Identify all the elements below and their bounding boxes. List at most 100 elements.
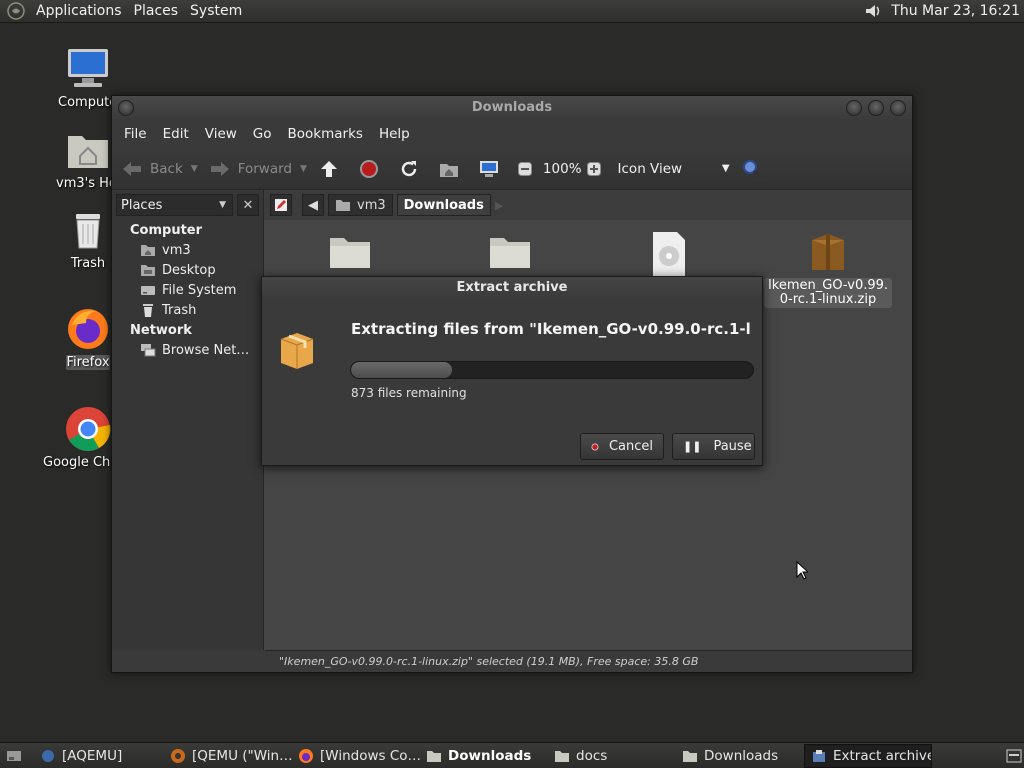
computer-button[interactable] [477, 157, 507, 181]
task-windows-firefox[interactable]: [Windows Co… [292, 744, 420, 768]
computer-icon [68, 49, 108, 87]
window-title: Downloads [471, 100, 553, 115]
file-item-selected[interactable]: Ikemen_GO-v0.99.0-rc.1-linux.zip [764, 230, 892, 308]
computer-icon [477, 157, 501, 181]
home-button[interactable] [437, 157, 467, 181]
workspace-icon [1006, 749, 1022, 762]
search-button[interactable] [740, 157, 770, 181]
progress-bar [350, 361, 754, 379]
mouse-cursor-icon [796, 561, 808, 580]
clock[interactable]: Thu Mar 23, 16:21 [891, 3, 1020, 19]
archive-manager-icon [813, 749, 825, 762]
file-item[interactable] [605, 230, 733, 278]
zoom-level[interactable]: 100% [543, 161, 582, 177]
breadcrumb-vm3[interactable]: vm3 [328, 194, 393, 216]
back-button[interactable]: Back ▼ [120, 157, 198, 181]
up-button[interactable] [317, 157, 347, 181]
places-selector-label: Places [121, 197, 163, 213]
breadcrumb-downloads[interactable]: Downloads [396, 194, 491, 216]
stop-button[interactable] [357, 157, 387, 181]
pause-icon: ❚❚ [683, 440, 702, 453]
cancel-label: Cancel [608, 439, 653, 454]
firefox-icon [68, 309, 108, 349]
window-titlebar[interactable]: Downloads [112, 96, 912, 120]
task-downloads-active[interactable]: Downloads [420, 744, 548, 768]
toolbar: Back ▼ Forward ▼ 100% Icon View ▼ [112, 148, 912, 190]
zoom-level-value: 100% [542, 160, 582, 177]
places-selector[interactable]: Places ▼ [116, 194, 233, 216]
chevron-down-icon[interactable]: ▼ [191, 164, 198, 174]
close-button[interactable] [890, 100, 906, 116]
sidebar-item-label: Desktop [162, 262, 216, 278]
zoom-in-icon [586, 157, 602, 181]
desktop-icon-label: Computer [58, 95, 118, 110]
applications-menu[interactable]: Applications [32, 3, 130, 19]
file-item[interactable] [286, 230, 414, 278]
task-aqemu[interactable]: [AQEMU] [34, 744, 164, 768]
edit-location-button[interactable] [270, 194, 292, 216]
menu-file[interactable]: File [116, 126, 155, 142]
task-downloads[interactable]: Downloads [676, 744, 804, 768]
sidebar-item-trash[interactable]: Trash [112, 300, 263, 320]
sidebar-item-desktop[interactable]: Desktop [112, 260, 263, 280]
sidebar: Places ▼ ✕ Computer vm3 Desktop File Sys… [112, 190, 264, 650]
chevron-down-icon: ▼ [721, 163, 730, 174]
drive-icon [141, 286, 155, 295]
task-label: [QEMU ("Win… [192, 747, 292, 764]
folder-icon [683, 750, 697, 762]
task-label: Extract archive [833, 747, 932, 764]
menu-help[interactable]: Help [371, 126, 418, 142]
sidebar-item-label: Browse Net… [162, 342, 250, 358]
disc-image-icon [653, 232, 685, 276]
menu-bookmarks[interactable]: Bookmarks [280, 126, 371, 142]
pause-button[interactable]: ❚❚ Pause [672, 433, 755, 460]
reload-icon [397, 157, 421, 181]
places-bar: Places ▼ ✕ [116, 194, 259, 216]
sidebar-item-label: vm3 [162, 242, 191, 258]
sidebar-item-label: File System [162, 282, 237, 298]
breadcrumb-label: vm3 [357, 197, 386, 213]
reload-button[interactable] [397, 157, 427, 181]
folder-icon [427, 750, 441, 762]
zoom-out-button[interactable] [517, 157, 539, 181]
sidebar-heading-computer: Computer [130, 223, 203, 238]
progress-bar-fill [351, 362, 452, 378]
system-menu[interactable]: System [186, 3, 250, 19]
sidebar-item-vm3[interactable]: vm3 [112, 240, 263, 260]
task-docs[interactable]: docs [548, 744, 676, 768]
menu-go[interactable]: Go [245, 126, 280, 142]
chrome-icon [66, 407, 111, 451]
task-extract-archive[interactable]: Extract archive [804, 743, 932, 768]
path-scroll-left-button[interactable]: ◀ [302, 194, 324, 216]
chevron-down-icon[interactable]: ▼ [300, 164, 307, 174]
show-desktop-button[interactable] [0, 744, 34, 768]
workspace-switcher[interactable] [1000, 744, 1024, 768]
task-label: Downloads [704, 747, 779, 764]
cancel-button[interactable]: Cancel [580, 433, 664, 460]
view-mode-select[interactable]: Icon View ▼ [618, 161, 730, 177]
volume-icon[interactable] [863, 1, 883, 21]
file-item[interactable] [446, 230, 574, 278]
dialog-title[interactable]: Extract archive [262, 277, 762, 299]
menu-view[interactable]: View [197, 126, 245, 142]
desktop-folder-icon [141, 265, 155, 276]
places-menu[interactable]: Places [130, 3, 187, 19]
folder-icon [490, 238, 530, 268]
search-icon [740, 157, 764, 181]
zoom-in-button[interactable] [586, 157, 608, 181]
task-label: docs [576, 747, 608, 764]
window-menu-icon[interactable] [118, 100, 134, 116]
gnome-foot-icon[interactable] [6, 1, 26, 21]
forward-button[interactable]: Forward ▼ [208, 157, 307, 181]
home-folder-icon [141, 245, 155, 256]
sidebar-item-browse-network[interactable]: Browse Net… [112, 340, 263, 360]
maximize-button[interactable] [868, 100, 884, 116]
minimize-button[interactable] [846, 100, 862, 116]
task-qemu-windows[interactable]: [QEMU ("Win… [164, 744, 292, 768]
folder-icon [555, 750, 569, 762]
stop-icon [591, 443, 599, 450]
path-scroll-right-icon[interactable]: ▶ [495, 199, 503, 212]
sidebar-item-file-system[interactable]: File System [112, 280, 263, 300]
sidebar-close-button[interactable]: ✕ [237, 194, 259, 216]
menu-edit[interactable]: Edit [155, 126, 197, 142]
